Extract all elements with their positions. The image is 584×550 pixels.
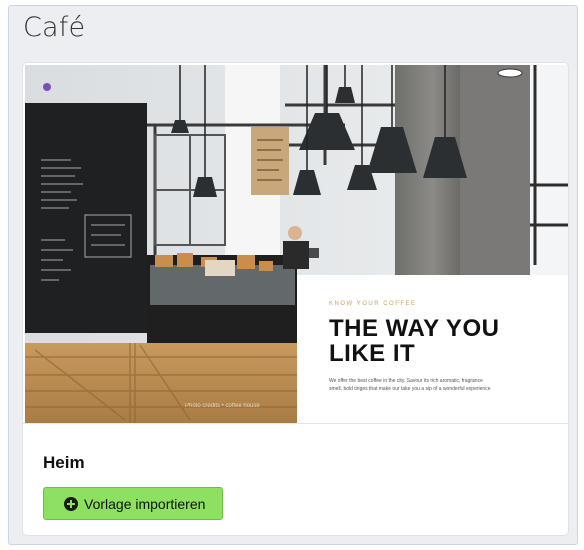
cafe-template-panel: Café KNOW YOUR COFFEE THE WAY YOU LIKE I… bbox=[8, 5, 578, 545]
preview-body-line2: smell, bold tinges that make our take yo… bbox=[329, 386, 491, 392]
template-preview-image[interactable]: KNOW YOUR COFFEE THE WAY YOU LIKE IT We … bbox=[25, 65, 568, 423]
section-title: Café bbox=[23, 12, 86, 43]
preview-photo-caption: Photo credits • coffee house bbox=[185, 403, 260, 409]
preview-body-line1: We offer the best coffee in the city. Sa… bbox=[329, 378, 483, 384]
template-card[interactable]: KNOW YOUR COFFEE THE WAY YOU LIKE IT We … bbox=[22, 62, 569, 536]
preview-eyebrow: KNOW YOUR COFFEE bbox=[329, 301, 417, 307]
plus-circle-icon bbox=[64, 496, 78, 511]
card-divider bbox=[23, 423, 568, 424]
template-name: Heim bbox=[43, 453, 85, 472]
import-template-button[interactable]: Vorlage importieren bbox=[43, 487, 223, 520]
preview-hero-title-line1: THE WAY YOU bbox=[329, 315, 500, 342]
preview-hero-title-line2: LIKE IT bbox=[329, 340, 416, 367]
import-template-label: Vorlage importieren bbox=[84, 495, 206, 512]
